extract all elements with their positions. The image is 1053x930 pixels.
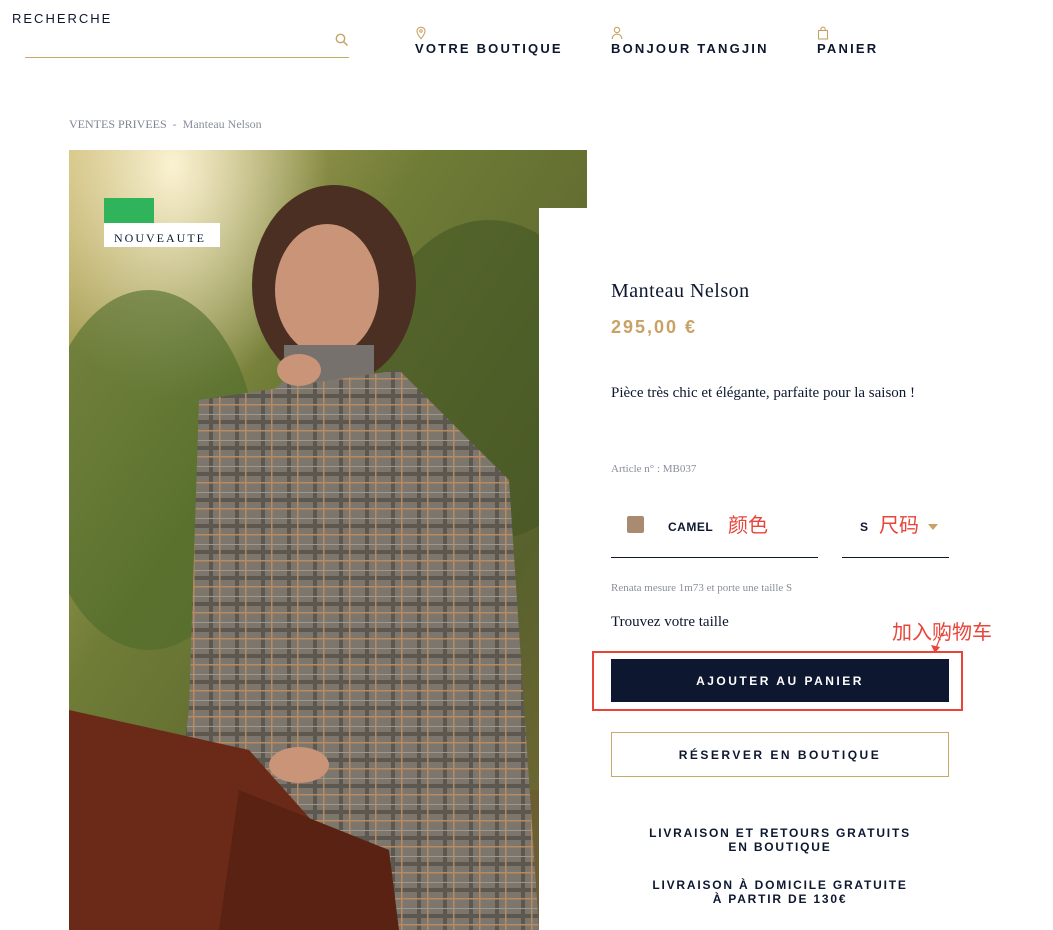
shipping-info-store-line1: LIVRAISON ET RETOURS GRATUITS <box>649 826 911 840</box>
nav-account-link[interactable]: BONJOUR TANGJIN <box>611 26 769 56</box>
shipping-info-home-line1: LIVRAISON À DOMICILE GRATUITE <box>652 878 908 892</box>
color-label: CAMEL <box>668 520 714 534</box>
annotation-size: 尺码 <box>879 515 919 537</box>
location-pin-icon <box>416 26 426 40</box>
shopping-bag-icon <box>817 26 829 40</box>
breadcrumb: VENTES PRIVEES - Manteau Nelson <box>69 117 262 132</box>
shipping-info-store: LIVRAISON ET RETOURS GRATUITS EN BOUTIQU… <box>611 826 949 854</box>
product-description: Pièce très chic et élégante, parfaite po… <box>611 385 916 401</box>
nav-store-label: VOTRE BOUTIQUE <box>415 41 563 56</box>
find-size-link[interactable]: Trouvez votre taille <box>611 614 729 631</box>
nav-cart-label: PANIER <box>817 41 879 56</box>
shipping-info-store-line2: EN BOUTIQUE <box>728 840 832 854</box>
product-price: 295,00 € <box>611 317 698 337</box>
annotation-color: 颜色 <box>728 515 768 537</box>
breadcrumb-current: Manteau Nelson <box>182 117 262 131</box>
search-input[interactable] <box>12 8 292 28</box>
product-title: Manteau Nelson <box>611 280 750 302</box>
user-icon <box>611 26 623 40</box>
color-swatch <box>627 516 644 533</box>
add-to-cart-button[interactable]: AJOUTER AU PANIER <box>611 659 949 702</box>
chevron-down-icon[interactable] <box>928 524 938 530</box>
nav-cart-link[interactable]: PANIER <box>817 26 878 56</box>
breadcrumb-parent-link[interactable]: VENTES PRIVEES <box>69 117 167 131</box>
shipping-info-home: LIVRAISON À DOMICILE GRATUITE À PARTIR D… <box>611 878 949 906</box>
article-number: Article n° : MB037 <box>611 463 697 475</box>
color-selector[interactable]: CAMEL <box>611 500 818 558</box>
nav-store-link[interactable]: VOTRE BOUTIQUE <box>415 26 563 56</box>
breadcrumb-separator: - <box>172 117 177 131</box>
model-info: Renata mesure 1m73 et porte une taille S <box>611 582 793 594</box>
search-icon[interactable] <box>335 33 349 47</box>
badge-accent <box>104 198 154 223</box>
size-label: S <box>860 520 869 534</box>
new-badge: NOUVEAUTE <box>104 223 220 247</box>
product-image <box>69 150 587 930</box>
reserve-in-store-button[interactable]: RÉSERVER EN BOUTIQUE <box>611 732 949 777</box>
shipping-info-home-line2: À PARTIR DE 130€ <box>712 892 848 906</box>
nav-account-label: BONJOUR TANGJIN <box>611 41 769 56</box>
